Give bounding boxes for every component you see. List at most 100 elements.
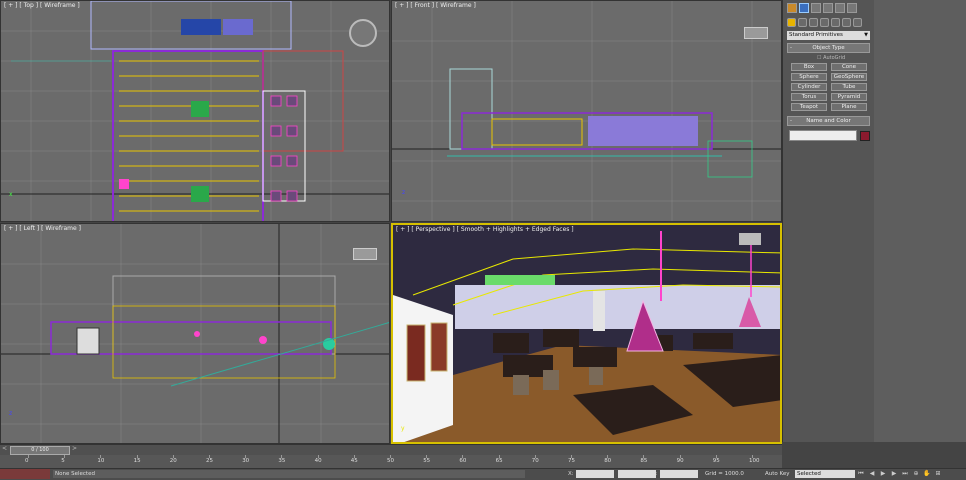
- left-view-drawing: [1, 224, 389, 443]
- collapse-icon: -: [790, 45, 792, 51]
- viewport-front-label[interactable]: [ + ] [ Front ] [ Wireframe ]: [395, 2, 476, 9]
- name-and-color-rollout[interactable]: - Name and Color: [787, 116, 870, 126]
- trackbar-tick: [571, 455, 572, 458]
- viewport-perspective[interactable]: [ + ] [ Perspective ] [ Smooth + Highlig…: [391, 223, 782, 444]
- plane-button[interactable]: Plane: [831, 103, 867, 111]
- viewcube-front-icon[interactable]: [744, 27, 768, 39]
- maxscript-listener[interactable]: [0, 469, 50, 479]
- trackbar-tick: [390, 455, 391, 458]
- primitive-type-value: Standard Primitives: [789, 32, 843, 38]
- time-slider-thumb[interactable]: 0 / 100: [10, 446, 70, 455]
- object-type-rollout[interactable]: - Object Type: [787, 43, 870, 53]
- trackbar-tick: [136, 455, 138, 458]
- spacewarps-icon[interactable]: [842, 18, 851, 27]
- viewport-left-label[interactable]: [ + ] [ Left ] [ Wireframe ]: [4, 225, 81, 232]
- trackbar-tick: [752, 455, 753, 458]
- shapes-icon[interactable]: [798, 18, 807, 27]
- pan-icon[interactable]: ✋: [923, 469, 931, 478]
- next-frame-icon[interactable]: >: [72, 445, 77, 452]
- trackbar-tick-label: 95: [712, 458, 720, 464]
- name-color-row: [789, 130, 874, 141]
- go-to-start-icon[interactable]: ⏮: [857, 469, 865, 478]
- teapot-button[interactable]: Teapot: [791, 103, 827, 111]
- box-button[interactable]: Box: [791, 63, 827, 71]
- cone-button[interactable]: Cone: [831, 63, 867, 71]
- previous-key-icon[interactable]: ◀: [868, 469, 876, 478]
- autogrid-label: AutoGrid: [823, 55, 846, 61]
- axis-tripod-icon: z: [402, 189, 406, 196]
- sphere-button[interactable]: Sphere: [791, 73, 827, 81]
- geosphere-button[interactable]: GeoSphere: [831, 73, 867, 81]
- trackbar-tick-label: 20: [169, 458, 177, 464]
- viewcube-top-icon[interactable]: [349, 19, 377, 47]
- torus-button[interactable]: Torus: [791, 93, 827, 101]
- next-key-icon[interactable]: ▶: [890, 469, 898, 478]
- axis-tripod-icon: x: [9, 191, 13, 198]
- trackbar-tick-label: 50: [387, 458, 394, 464]
- cameras-icon[interactable]: [820, 18, 829, 27]
- systems-icon[interactable]: [853, 18, 862, 27]
- primitive-type-dropdown[interactable]: Standard Primitives ▼: [787, 31, 870, 40]
- viewport-top[interactable]: [ + ] [ Top ] [ Wireframe ] x: [0, 0, 390, 222]
- viewport-top-label[interactable]: [ + ] [ Top ] [ Wireframe ]: [4, 2, 80, 9]
- trackbar-tick: [498, 455, 500, 458]
- autogrid-checkbox[interactable]: ☐ AutoGrid: [817, 55, 874, 61]
- trackbar-tick-label: 60: [459, 458, 467, 464]
- object-color-swatch[interactable]: [860, 130, 870, 141]
- trackbar-tick-label: 30: [242, 458, 250, 464]
- trackbar-tick-label: 75: [568, 458, 575, 464]
- x-coordinate-field[interactable]: [576, 470, 614, 478]
- trackbar[interactable]: 0 5 10 15 20 25 30 35 40 45 50 55 60 65 70 75 80 85 90 95 10…: [0, 455, 782, 468]
- lights-icon[interactable]: [809, 18, 818, 27]
- viewport-front[interactable]: [ + ] [ Front ] [ Wireframe ] z: [391, 0, 782, 222]
- prev-frame-icon[interactable]: <: [2, 445, 7, 452]
- command-panel: Standard Primitives ▼ - Object Type ☐ Au…: [782, 0, 874, 442]
- trackbar-tick-label: 80: [604, 458, 612, 464]
- trackbar-tick-label: 25: [206, 458, 213, 464]
- panel-extension: [874, 0, 966, 442]
- trackbar-tick-label: 5: [61, 458, 65, 464]
- utilities-tab-icon[interactable]: [847, 3, 857, 13]
- trackbar-tick-label: 10: [97, 458, 105, 464]
- cylinder-button[interactable]: Cylinder: [791, 83, 827, 91]
- trackbar-tick: [426, 455, 428, 458]
- perspective-render: [393, 231, 780, 442]
- z-coordinate-field[interactable]: [660, 470, 698, 478]
- tube-button[interactable]: Tube: [831, 83, 867, 91]
- maximize-viewport-icon[interactable]: ⊞: [934, 469, 942, 478]
- viewport-left[interactable]: [ + ] [ Left ] [ Wireframe ] z: [0, 223, 390, 444]
- name-and-color-title: Name and Color: [806, 118, 851, 124]
- auto-key-button[interactable]: Auto Key: [765, 470, 790, 478]
- collapse-icon: -: [790, 118, 792, 124]
- trackbar-tick-label: 65: [495, 458, 503, 464]
- object-type-title: Object Type: [812, 45, 845, 51]
- trackbar-tick-label: 90: [676, 458, 684, 464]
- trackbar-tick-label: 35: [278, 458, 286, 464]
- geometry-icon[interactable]: [787, 18, 796, 27]
- y-coordinate-field[interactable]: [618, 470, 656, 478]
- trackbar-tick-label: 0: [25, 458, 29, 464]
- trackbar-tick: [534, 455, 536, 458]
- play-icon[interactable]: ▶: [879, 469, 887, 478]
- display-tab-icon[interactable]: [835, 3, 845, 13]
- go-to-end-icon[interactable]: ⏭: [901, 469, 909, 478]
- modify-tab-icon[interactable]: [799, 3, 809, 13]
- trackbar-tick: [209, 455, 210, 458]
- trackbar-tick-label: 40: [314, 458, 322, 464]
- trackbar-tick-label: 15: [133, 458, 141, 464]
- y-label: Y:: [610, 471, 615, 477]
- front-view-drawing: [392, 1, 781, 221]
- viewcube-left-icon[interactable]: [353, 248, 377, 260]
- key-filter-dropdown[interactable]: Selected: [795, 470, 855, 478]
- object-name-input[interactable]: [789, 130, 857, 141]
- time-slider[interactable]: < 0 / 100 >: [0, 444, 782, 455]
- pyramid-button[interactable]: Pyramid: [831, 93, 867, 101]
- viewport-perspective-label[interactable]: [ + ] [ Perspective ] [ Smooth + Highlig…: [396, 226, 574, 233]
- motion-tab-icon[interactable]: [823, 3, 833, 13]
- zoom-icon[interactable]: ⊕: [912, 469, 920, 478]
- create-tab-icon[interactable]: [787, 3, 797, 13]
- hierarchy-tab-icon[interactable]: [811, 3, 821, 13]
- trackbar-tick-label: 55: [423, 458, 431, 464]
- trackbar-tick: [607, 455, 609, 458]
- helpers-icon[interactable]: [831, 18, 840, 27]
